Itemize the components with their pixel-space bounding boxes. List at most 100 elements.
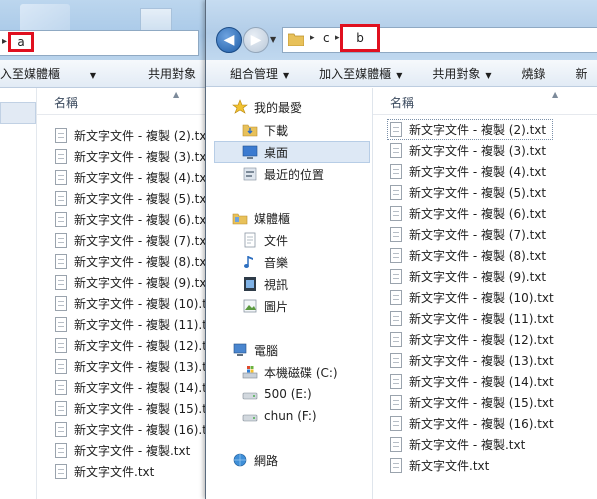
add-to-library-button[interactable]: 加入至媒體櫃 ▼: [319, 65, 402, 82]
file-item[interactable]: 新文字文件 - 複製 (15).txt: [390, 392, 554, 413]
column-header-name[interactable]: 名稱: [390, 94, 414, 111]
file-item[interactable]: 新文字文件 - 複製 (14).txt: [55, 377, 205, 398]
breadcrumb-highlighted-folder[interactable]: a: [8, 32, 34, 52]
file-item[interactable]: 新文字文件 - 複製 (12).txt: [55, 335, 205, 356]
file-item[interactable]: 新文字文件 - 複製 (13).txt: [390, 350, 554, 371]
share-with-button[interactable]: 共用對象 ▼: [432, 65, 491, 82]
drive-icon: [242, 414, 258, 422]
file-item[interactable]: 新文字文件 - 複製 (8).txt: [55, 251, 205, 272]
libraries-icon: [232, 213, 248, 225]
nav-downloads[interactable]: 下載: [242, 119, 408, 141]
nav-pictures[interactable]: 圖片: [242, 295, 408, 317]
file-item[interactable]: 新文字文件 - 複製 (16).txt: [390, 413, 554, 434]
breadcrumb-highlighted-folder[interactable]: b: [340, 24, 380, 52]
file-name: 新文字文件 - 複製 (4).txt: [74, 171, 205, 185]
file-list: 新文字文件 - 複製 (2).txt 新文字文件 - 複製 (3).txt 新文字文…: [387, 119, 554, 476]
file-item[interactable]: 新文字文件 - 複製 (9).txt: [55, 272, 205, 293]
breadcrumb-item-c[interactable]: c: [323, 31, 330, 45]
file-item[interactable]: 新文字文件 - 複製 (9).txt: [390, 266, 554, 287]
file-name: 新文字文件 - 複製 (11).txt: [409, 312, 554, 326]
explorer-window-b: ◀ ▶ ▼ ▸ c ▸ b 組合管理 ▼ 加入至媒體櫃 ▼ 共用對象 ▼ 燒錄 新 我…: [205, 0, 597, 499]
header-divider: [373, 114, 597, 115]
nav-videos[interactable]: 視訊: [242, 273, 408, 295]
recent-pages-dropdown-icon[interactable]: ▼: [270, 35, 276, 44]
text-file-icon: [55, 275, 67, 290]
organize-button[interactable]: 組合管理 ▼: [230, 65, 289, 82]
file-item[interactable]: 新文字文件 - 複製 (2).txt: [55, 125, 205, 146]
nav-recent-places[interactable]: 最近的位置: [242, 163, 408, 185]
new-folder-button[interactable]: 新: [576, 65, 588, 82]
nav-computer[interactable]: 電腦: [232, 339, 398, 361]
file-item[interactable]: 新文字文件.txt: [55, 461, 205, 482]
picture-icon: [243, 299, 257, 313]
file-name: 新文字文件 - 複製 (13).txt: [409, 354, 554, 368]
nav-drive-f[interactable]: chun (F:): [242, 405, 408, 427]
file-item[interactable]: 新文字文件 - 複製 (6).txt: [55, 209, 205, 230]
file-item[interactable]: 新文字文件 - 複製 (13).txt: [55, 356, 205, 377]
file-item[interactable]: 新文字文件 - 複製 (2).txt: [387, 119, 553, 140]
file-item[interactable]: 新文字文件 - 複製.txt: [55, 440, 205, 461]
nav-documents[interactable]: 文件: [242, 229, 408, 251]
text-file-icon: [55, 296, 67, 311]
file-item[interactable]: 新文字文件 - 複製 (11).txt: [390, 308, 554, 329]
file-item[interactable]: 新文字文件 - 複製 (10).txt: [55, 293, 205, 314]
file-item[interactable]: 新文字文件 - 複製 (15).txt: [55, 398, 205, 419]
file-name: 新文字文件 - 複製 (10).txt: [74, 297, 205, 311]
nav-drive-c[interactable]: 本機磁碟 (C:): [242, 361, 408, 383]
nav-network[interactable]: 網路: [232, 449, 398, 471]
nav-music[interactable]: 音樂: [242, 251, 408, 273]
file-name: 新文字文件 - 複製 (5).txt: [74, 192, 205, 206]
back-button[interactable]: ◀: [216, 27, 242, 53]
text-file-icon: [55, 233, 67, 248]
command-bar: 入至媒體櫃 ▼ 共用對象 ▼ 燒: [0, 60, 205, 88]
text-file-icon: [390, 143, 402, 158]
address-bar[interactable]: ▸ a: [0, 30, 199, 56]
file-name: 新文字文件 - 複製 (10).txt: [409, 291, 554, 305]
selected-nav-item[interactable]: [0, 102, 36, 124]
text-file-icon: [390, 227, 402, 242]
file-item[interactable]: 新文字文件 - 複製 (4).txt: [390, 161, 554, 182]
file-name: 新文字文件 - 複製 (16).txt: [409, 417, 554, 431]
text-file-icon: [390, 437, 402, 452]
film-icon: [244, 277, 256, 291]
chevron-down-icon: ▼: [283, 70, 290, 80]
file-item[interactable]: 新文字文件 - 複製 (5).txt: [55, 188, 205, 209]
column-header-name[interactable]: 名稱: [54, 94, 78, 111]
file-item[interactable]: 新文字文件 - 複製.txt: [390, 434, 554, 455]
file-item[interactable]: 新文字文件 - 複製 (7).txt: [390, 224, 554, 245]
file-item[interactable]: 新文字文件 - 複製 (8).txt: [390, 245, 554, 266]
file-item[interactable]: 新文字文件 - 複製 (5).txt: [390, 182, 554, 203]
add-to-library-button[interactable]: 入至媒體櫃 ▼: [0, 65, 122, 82]
file-name: 新文字文件 - 複製.txt: [409, 438, 526, 452]
file-item[interactable]: 新文字文件 - 複製 (12).txt: [390, 329, 554, 350]
file-item[interactable]: 新文字文件.txt: [390, 455, 554, 476]
file-item[interactable]: 新文字文件 - 複製 (4).txt: [55, 167, 205, 188]
text-file-icon: [390, 311, 402, 326]
computer-icon: [233, 343, 247, 356]
file-item[interactable]: 新文字文件 - 複製 (3).txt: [390, 140, 554, 161]
forward-button[interactable]: ▶: [243, 27, 269, 53]
file-item[interactable]: 新文字文件 - 複製 (7).txt: [55, 230, 205, 251]
address-bar[interactable]: ▸ c ▸ b: [282, 24, 597, 53]
share-with-button[interactable]: 共用對象 ▼: [148, 65, 205, 82]
nav-libraries[interactable]: 媒體櫃: [232, 207, 398, 229]
file-item[interactable]: 新文字文件 - 複製 (3).txt: [55, 146, 205, 167]
text-file-icon: [390, 374, 402, 389]
breadcrumb-separator-icon[interactable]: ▸: [335, 33, 340, 43]
file-name: 新文字文件 - 複製 (2).txt: [409, 123, 547, 137]
file-item[interactable]: 新文字文件 - 複製 (14).txt: [390, 371, 554, 392]
breadcrumb-separator-icon[interactable]: ▸: [310, 33, 315, 43]
text-file-icon: [55, 443, 67, 458]
nav-drive-e[interactable]: 500 (E:): [242, 383, 408, 405]
text-file-icon: [55, 170, 67, 185]
burn-button[interactable]: 燒錄: [522, 65, 546, 82]
file-item[interactable]: 新文字文件 - 複製 (16).txt: [55, 419, 205, 440]
chevron-down-icon: ▼: [396, 70, 403, 80]
file-item[interactable]: 新文字文件 - 複製 (6).txt: [390, 203, 554, 224]
file-name: 新文字文件 - 複製 (4).txt: [409, 165, 547, 179]
text-file-icon: [390, 206, 402, 221]
file-item[interactable]: 新文字文件 - 複製 (11).txt: [55, 314, 205, 335]
file-item[interactable]: 新文字文件 - 複製 (10).txt: [390, 287, 554, 308]
text-file-icon: [390, 416, 402, 431]
nav-desktop[interactable]: 桌面: [214, 141, 370, 163]
